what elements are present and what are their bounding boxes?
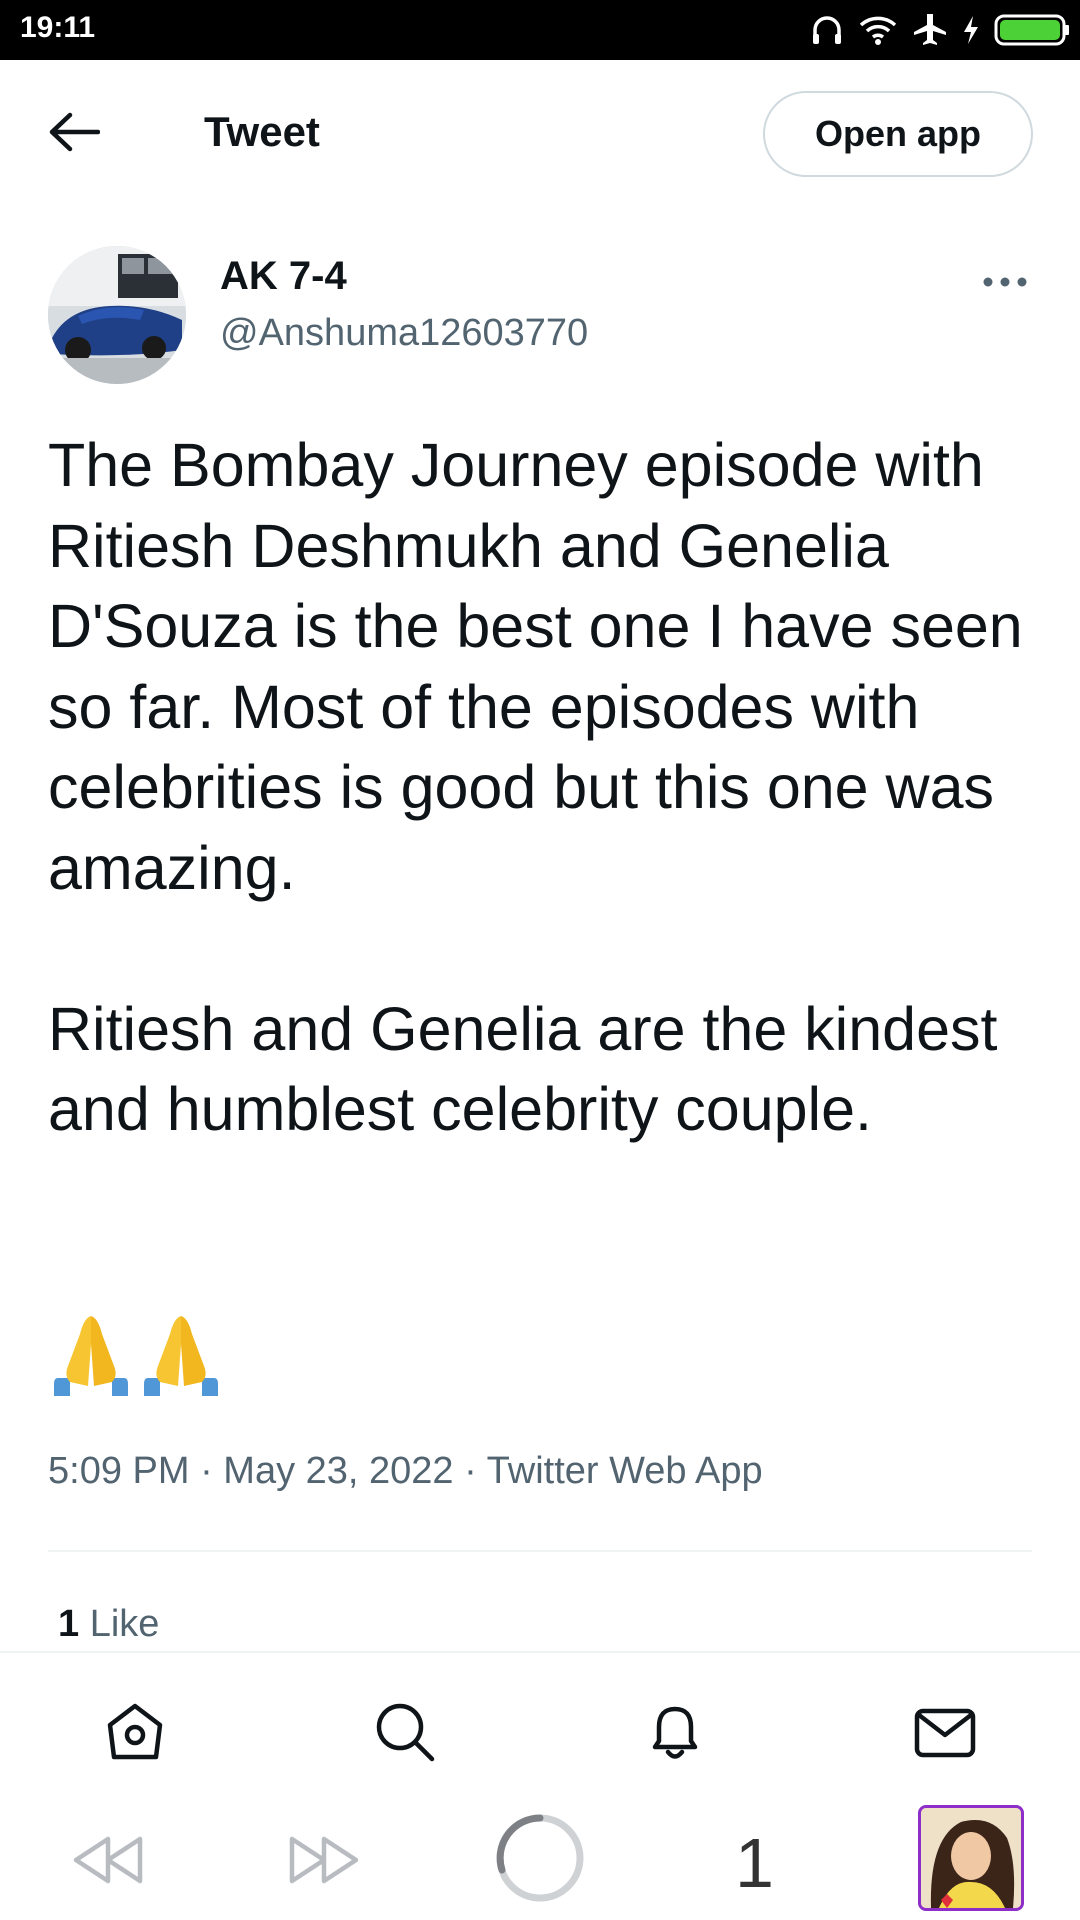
- bottom-nav: [0, 1651, 1080, 1799]
- home-icon[interactable]: [102, 1699, 168, 1765]
- divider: [48, 1550, 1032, 1552]
- browser-back-icon[interactable]: [70, 1833, 146, 1887]
- browser-toolbar: 1: [0, 1799, 1080, 1920]
- browser-forward-icon[interactable]: [286, 1833, 362, 1887]
- like-label: Like: [89, 1603, 160, 1645]
- wifi-icon: [859, 16, 897, 45]
- notifications-bell-icon[interactable]: [642, 1699, 708, 1765]
- tweet-emoji: [50, 1314, 222, 1396]
- page-title: Tweet: [204, 108, 320, 155]
- avatar[interactable]: [48, 246, 186, 384]
- like-count: 1: [58, 1603, 80, 1645]
- folded-hands-emoji-icon: [54, 1316, 128, 1396]
- open-app-button[interactable]: Open app: [763, 91, 1033, 177]
- likes-summary[interactable]: 1 Like: [58, 1603, 159, 1646]
- author-handle[interactable]: @Anshuma12603770: [220, 312, 588, 355]
- tweet-meta: 5:09 PM · May 23, 2022 · Twitter Web App: [48, 1450, 763, 1492]
- folded-hands-emoji-icon: [144, 1316, 218, 1396]
- loading-spinner-icon[interactable]: [494, 1812, 586, 1904]
- profile-photo-icon: [921, 1808, 1021, 1908]
- more-options-icon[interactable]: [980, 272, 1030, 292]
- headphones-icon: [813, 16, 841, 44]
- search-icon[interactable]: [372, 1699, 438, 1765]
- charging-icon: [964, 16, 978, 44]
- status-bar: 19:11: [0, 0, 1080, 60]
- status-time: 19:11: [20, 11, 96, 44]
- tab-count[interactable]: 1: [735, 1823, 774, 1903]
- avatar-image: [48, 246, 186, 384]
- back-arrow-icon[interactable]: [48, 110, 100, 154]
- messages-mail-icon[interactable]: [912, 1699, 978, 1765]
- browser-profile-avatar[interactable]: [918, 1805, 1024, 1911]
- airplane-icon: [914, 14, 946, 45]
- app-header: Tweet Open app: [0, 60, 1080, 205]
- battery-icon: [994, 14, 1069, 46]
- status-icons: [810, 8, 1070, 52]
- tweet-text: The Bombay Journey episode with Ritiesh …: [48, 431, 1023, 1143]
- author-display-name[interactable]: AK 7-4: [220, 254, 347, 299]
